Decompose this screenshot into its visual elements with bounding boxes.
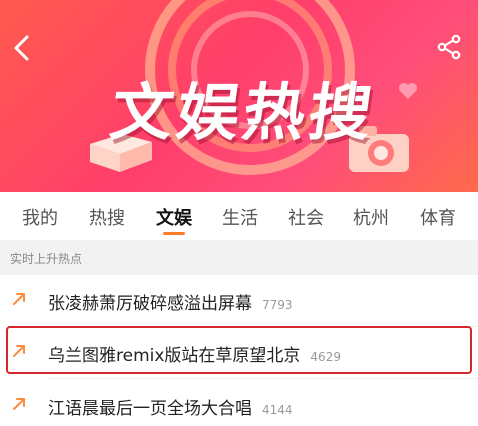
page-title: 文娱热搜 xyxy=(106,76,381,149)
section-title: 实时上升热点 xyxy=(10,252,83,266)
tab-mine[interactable]: 我的 xyxy=(22,204,58,230)
tab-hangzhou[interactable]: 杭州 xyxy=(353,204,389,230)
trending-up-icon xyxy=(13,293,25,305)
trending-up-icon xyxy=(13,398,25,410)
tab-entertainment[interactable]: 文娱 xyxy=(156,204,192,230)
list-item-title: 张凌赫萧厉破碎感溢出屏幕 xyxy=(48,294,252,314)
share-icon[interactable] xyxy=(436,34,462,60)
hot-search-page: 文娱热搜 我的 热搜 文娱 生活 社会 杭州 体育 实时上升热点 张凌赫萧厉破碎… xyxy=(0,0,478,426)
list-item-count: 4144 xyxy=(262,403,293,417)
header-banner: 文娱热搜 xyxy=(0,0,478,192)
tab-life[interactable]: 生活 xyxy=(222,204,258,230)
list-item-content: 张凌赫萧厉破碎感溢出屏幕 7793 xyxy=(48,289,293,314)
active-tab-indicator xyxy=(163,232,185,235)
category-tabs: 我的 热搜 文娱 生活 社会 杭州 体育 xyxy=(0,192,478,240)
list-item[interactable]: 张凌赫萧厉破碎感溢出屏幕 7793 xyxy=(0,275,478,327)
tab-sports[interactable]: 体育 xyxy=(420,204,456,230)
chevron-left-icon[interactable] xyxy=(10,34,34,62)
list-item-count: 7793 xyxy=(262,298,293,312)
list-item-content: 江语晨最后一页全场大合唱 4144 xyxy=(48,394,293,419)
highlight-box xyxy=(6,326,472,374)
section-header: 实时上升热点 xyxy=(0,240,478,275)
list-item[interactable]: 江语晨最后一页全场大合唱 4144 xyxy=(0,380,478,426)
heart-icon xyxy=(399,83,417,99)
tab-hot-search[interactable]: 热搜 xyxy=(89,204,125,230)
tab-society[interactable]: 社会 xyxy=(288,204,324,230)
list-item-title: 江语晨最后一页全场大合唱 xyxy=(48,399,252,419)
divider xyxy=(48,378,478,379)
